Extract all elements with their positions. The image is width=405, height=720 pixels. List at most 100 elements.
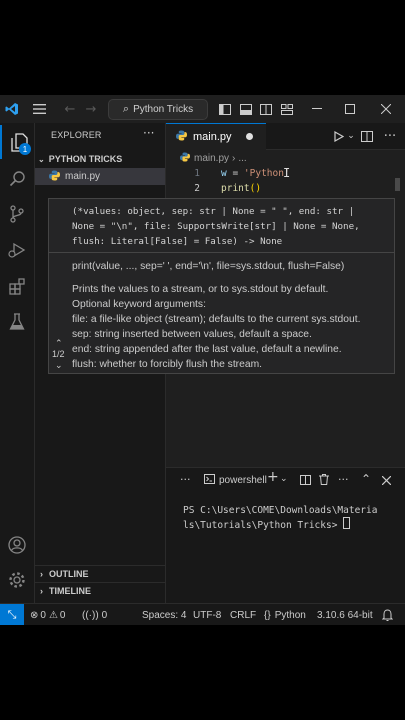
line-endings[interactable]: CRLF [230, 604, 256, 625]
minimize-icon[interactable] [307, 95, 327, 123]
terminal-more-icon[interactable]: ··· [338, 473, 349, 486]
maximize-icon[interactable] [340, 95, 360, 123]
explorer-icon[interactable]: 1 [0, 125, 36, 159]
chevron-up-icon[interactable]: ⌃ [55, 338, 63, 349]
menu-icon[interactable] [28, 95, 50, 123]
tab-main-py[interactable]: main.py [166, 123, 266, 150]
chevron-right-icon: › [40, 586, 43, 596]
breadcrumb-more[interactable]: ... [238, 153, 246, 164]
doc-line: file: a file-like object (stream); defau… [72, 314, 361, 325]
source-control-icon[interactable] [0, 197, 34, 231]
python-interpreter[interactable]: 3.10.6 64-bit [317, 604, 373, 625]
language-label: Python [274, 609, 306, 621]
signature-line: None = "\n", file: SupportsWrite[str] | … [72, 221, 360, 232]
back-arrow-icon[interactable]: ← [62, 95, 78, 123]
doc-line: sep: string inserted between values, def… [72, 329, 312, 340]
terminal-name: powershell [219, 475, 267, 486]
python-file-icon [180, 151, 190, 165]
vscode-window: ← → ⌕ Python Tricks 1 EXPLORER ··· ⌄ PYT… [0, 95, 405, 625]
vscode-logo-icon [3, 95, 21, 123]
search-view-icon[interactable] [0, 161, 34, 195]
scrollbar-thumb[interactable] [395, 178, 400, 191]
editor-tab-bar: main.py ⌄ ··· [166, 123, 405, 150]
command-center-search[interactable]: ⌕ Python Tricks [108, 99, 208, 120]
folder-python-tricks[interactable]: ⌄ PYTHON TRICKS [35, 151, 165, 167]
close-window-icon[interactable] [376, 95, 396, 123]
problems-indicator[interactable]: ⊗ 0 ⚠ 0 [30, 604, 65, 625]
remote-indicator-icon[interactable]: ⤡ [0, 604, 24, 625]
breadcrumb-separator-icon: › [232, 152, 236, 164]
signature-help-popup: (*values: object, sep: str | None = " ",… [48, 198, 395, 374]
editor-more-actions-icon[interactable]: ··· [381, 123, 399, 149]
split-terminal-icon[interactable] [300, 475, 311, 488]
sidebar-title: EXPLORER [51, 130, 102, 140]
python-file-icon [49, 170, 60, 184]
breadcrumb: main.py › ... [166, 150, 247, 166]
divider [49, 252, 394, 253]
code-line[interactable]: print() [221, 183, 261, 194]
file-main-py[interactable]: main.py [35, 168, 165, 185]
toggle-sidebar-icon[interactable] [217, 95, 233, 123]
extensions-icon[interactable] [0, 269, 34, 303]
overload-counter: 1/2 [52, 349, 65, 359]
forward-arrow-icon[interactable]: → [83, 95, 99, 123]
ports-indicator[interactable]: ((·)) 0 [82, 604, 107, 625]
title-bar: ← → ⌕ Python Tricks [0, 95, 405, 124]
terminal-line: ls\Tutorials\Python Tricks> [183, 520, 338, 531]
doc-line: print(value, ..., sep=' ', end='\n', fil… [72, 261, 345, 272]
code-editor[interactable]: 1 w = 'Python' 2 print() I [166, 166, 405, 199]
run-dropdown-chevron-icon[interactable]: ⌄ [346, 123, 356, 149]
braces-icon: {} [264, 609, 271, 621]
signature-line: (*values: object, sep: str | None = " ",… [72, 206, 355, 217]
split-editor-icon[interactable] [359, 123, 375, 149]
doc-line: Prints the values to a stream, or to sys… [72, 284, 329, 295]
settings-gear-icon[interactable] [0, 563, 34, 597]
close-panel-icon[interactable] [381, 475, 392, 488]
indentation[interactable]: Spaces: 4 [142, 604, 186, 625]
doc-line: end: string appended after the last valu… [72, 344, 342, 355]
terminal-line: PS C:\Users\COME\Downloads\Materia [183, 505, 378, 516]
status-bar: ⤡ ⊗ 0 ⚠ 0 ((·)) 0 Spaces: 4 UTF-8 CRLF {… [0, 603, 405, 625]
notifications-bell-icon[interactable] [382, 604, 393, 625]
outline-section[interactable]: › OUTLINE [35, 565, 165, 582]
new-terminal-plus-icon[interactable]: + [267, 469, 279, 485]
outline-label: OUTLINE [49, 569, 89, 579]
maximize-panel-chevron-up-icon[interactable]: ⌃ [361, 472, 371, 486]
run-debug-icon[interactable] [0, 233, 34, 267]
language-mode[interactable]: {} Python [264, 604, 306, 625]
chevron-down-icon[interactable]: ⌄ [55, 360, 63, 371]
terminal-selector[interactable]: powershell [204, 474, 267, 487]
unsaved-dot-icon[interactable] [246, 133, 253, 140]
line-number: 2 [194, 183, 200, 194]
folder-label: PYTHON TRICKS [48, 154, 123, 164]
testing-flask-icon[interactable] [0, 305, 34, 339]
python-file-icon [176, 130, 187, 144]
tab-label: main.py [193, 131, 232, 143]
signature-line: flush: Literal[False] = False) -> None [72, 236, 283, 247]
activity-bar: 1 [0, 123, 35, 603]
account-icon[interactable] [0, 528, 34, 562]
search-icon: ⌕ [122, 103, 130, 115]
search-label: Python Tricks [133, 104, 194, 115]
customize-layout-icon[interactable] [279, 95, 295, 123]
line-number: 1 [194, 168, 200, 179]
encoding[interactable]: UTF-8 [193, 604, 221, 625]
breadcrumb-file[interactable]: main.py [194, 153, 229, 164]
file-label: main.py [65, 171, 101, 182]
timeline-section[interactable]: › TIMELINE [35, 582, 165, 599]
terminal-output[interactable]: PS C:\Users\COME\Downloads\Materia ls\Tu… [183, 504, 398, 532]
toggle-panel-icon[interactable] [238, 95, 254, 123]
terminal-dropdown-chevron-icon[interactable]: ⌄ [280, 474, 288, 484]
explorer-badge: 1 [19, 143, 31, 155]
terminal-icon [204, 474, 215, 487]
text-cursor-icon: I [283, 166, 291, 180]
trash-icon[interactable] [319, 474, 329, 488]
toggle-secondary-sidebar-icon[interactable] [258, 95, 274, 123]
more-actions-icon[interactable]: ··· [143, 126, 154, 140]
panel-more-icon[interactable]: ··· [180, 473, 191, 486]
warning-icon: ⚠ [48, 609, 58, 621]
code-line[interactable]: w = 'Python' [221, 168, 290, 179]
error-count: 0 [40, 609, 46, 621]
ports-count: 0 [101, 609, 108, 621]
doc-line: flush: whether to forcibly flush the str… [72, 359, 263, 370]
